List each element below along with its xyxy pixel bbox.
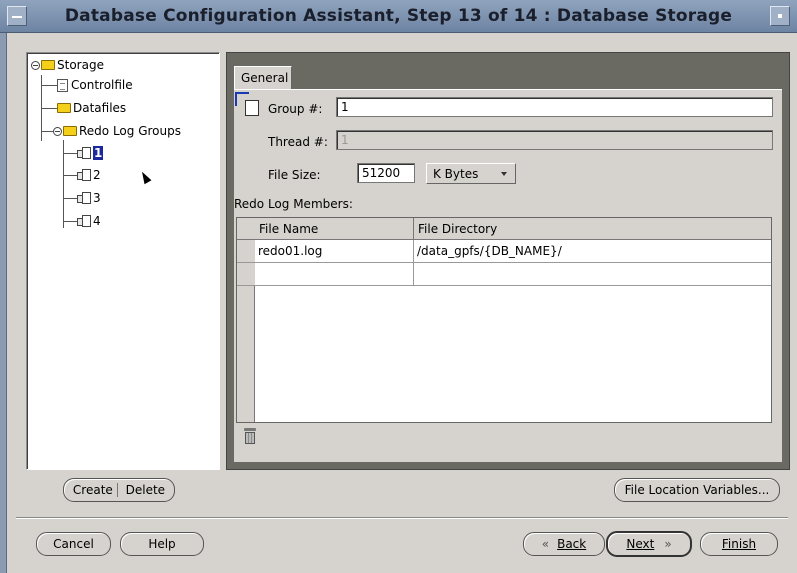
cell-file-directory[interactable]: [414, 263, 771, 286]
tree-label-controlfile: Controlfile: [71, 78, 133, 92]
tree-node-group-2[interactable]: 2: [77, 168, 101, 182]
tab-general[interactable]: General: [234, 66, 292, 90]
tree-label-datafiles: Datafiles: [73, 101, 127, 115]
file-location-variables-button[interactable]: File Location Variables...: [614, 478, 780, 502]
tree-node-group-3[interactable]: 3: [77, 191, 101, 205]
window-border: [0, 33, 7, 573]
redo-log-group-icon: [77, 192, 91, 204]
minimize-icon[interactable]: [770, 6, 790, 26]
tree-connector: [63, 153, 77, 154]
create-delete-button-group: Create Delete: [63, 478, 175, 502]
table-row[interactable]: redo01.log /data_gpfs/{DB_NAME}/: [255, 240, 771, 263]
tree-connector: [41, 85, 57, 86]
tree-label-group-4: 4: [93, 214, 101, 228]
tree-label-storage: Storage: [57, 58, 104, 72]
tree-node-group-1[interactable]: 1: [77, 146, 104, 160]
redo-log-members-label: Redo Log Members:: [234, 197, 353, 211]
cancel-button[interactable]: Cancel: [36, 532, 111, 556]
tree-node-datafiles[interactable]: Datafiles: [57, 101, 126, 115]
redo-log-group-icon: [77, 147, 91, 159]
tree-label-group-2: 2: [93, 168, 101, 182]
redo-log-members-table[interactable]: File Name File Directory redo01.log /dat…: [236, 217, 772, 423]
file-size-unit-value: K Bytes: [433, 167, 479, 181]
collapse-icon[interactable]: [53, 126, 62, 136]
create-button[interactable]: Create: [72, 483, 118, 497]
tree-label-group-3: 3: [93, 191, 101, 205]
redo-log-group-icon: [235, 92, 261, 118]
thread-number-label: Thread #:: [268, 135, 328, 149]
column-header-file-directory[interactable]: File Directory: [414, 218, 771, 240]
tree-node-controlfile[interactable]: Controlfile: [57, 78, 133, 92]
file-size-label: File Size:: [268, 168, 321, 182]
finish-button[interactable]: Finish: [700, 532, 778, 556]
tree-connector: [41, 108, 57, 109]
tree-node-storage[interactable]: Storage: [31, 58, 104, 72]
tree-connector: [63, 175, 77, 176]
redo-log-group-icon: [77, 215, 91, 227]
back-button-label: Back: [557, 537, 587, 551]
tree-label-group-1: 1: [93, 146, 104, 160]
file-size-field[interactable]: 51200: [357, 163, 415, 183]
next-button[interactable]: Next »: [606, 531, 692, 557]
thread-number-field: 1: [336, 130, 773, 150]
column-header-file-name[interactable]: File Name: [255, 218, 414, 240]
help-button[interactable]: Help: [120, 532, 204, 556]
finish-button-label: Finish: [721, 537, 757, 551]
chevron-down-icon: [501, 172, 507, 176]
controlfile-icon: [57, 78, 68, 92]
tree-node-redo-log-groups[interactable]: Redo Log Groups: [53, 124, 181, 138]
row-header[interactable]: [237, 240, 255, 263]
divider: [16, 517, 788, 519]
window-title: Database Configuration Assistant, Step 1…: [64, 6, 733, 26]
tree-node-group-4[interactable]: 4: [77, 214, 101, 228]
table-row[interactable]: [255, 263, 771, 286]
folder-icon: [57, 103, 71, 113]
next-button-label: Next: [626, 537, 655, 551]
group-number-label: Group #:: [268, 102, 323, 116]
tree-connector: [41, 131, 53, 132]
tree-connector: [63, 198, 77, 199]
group-number-field[interactable]: 1: [336, 97, 773, 117]
redo-log-group-icon: [77, 169, 91, 181]
table-header: File Name File Directory: [237, 218, 771, 240]
window-titlebar: Database Configuration Assistant, Step 1…: [0, 0, 797, 33]
tree-label-redo-log-groups: Redo Log Groups: [79, 124, 181, 138]
trash-icon[interactable]: [244, 428, 256, 444]
folder-icon: [63, 126, 77, 136]
next-icon: »: [664, 537, 672, 551]
collapse-icon[interactable]: [31, 60, 40, 70]
row-header[interactable]: [237, 263, 255, 286]
back-button[interactable]: « Back: [523, 532, 605, 556]
cell-file-name[interactable]: redo01.log: [255, 240, 414, 263]
file-size-unit-select[interactable]: K Bytes: [426, 163, 516, 184]
storage-tree[interactable]: Storage Controlfile Datafiles Redo Log G…: [26, 52, 220, 470]
folder-icon: [41, 60, 55, 70]
cell-file-name[interactable]: [255, 263, 414, 286]
tree-connector: [63, 221, 77, 222]
delete-button[interactable]: Delete: [122, 483, 165, 497]
cell-file-directory[interactable]: /data_gpfs/{DB_NAME}/: [414, 240, 771, 263]
back-icon: «: [541, 537, 550, 551]
